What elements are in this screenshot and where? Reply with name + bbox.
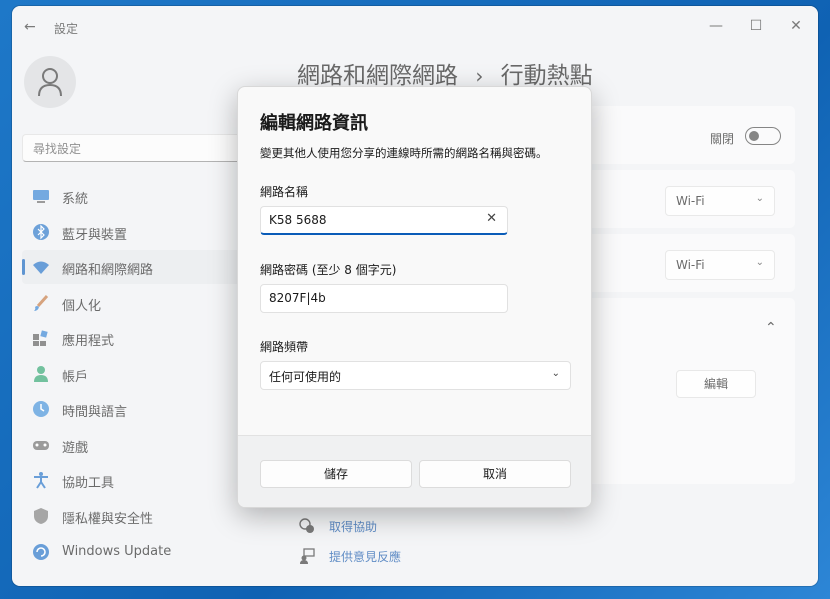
- save-button[interactable]: 儲存: [260, 460, 412, 488]
- network-name-input[interactable]: K58 5688 ✕: [260, 206, 508, 235]
- dialog-footer: 儲存 取消: [238, 435, 591, 507]
- edit-network-dialog: 編輯網路資訊 變更其他人使用您分享的連線時所需的網路名稱與密碼。 網路名稱 K5…: [237, 86, 592, 508]
- password-value: 8207F|4b: [269, 291, 326, 305]
- dialog-title: 編輯網路資訊: [260, 113, 368, 134]
- band-label: 網路頻帶: [260, 340, 309, 354]
- band-value: 任何可使用的: [269, 370, 342, 384]
- network-name-value: K58 5688: [269, 213, 327, 227]
- password-input[interactable]: 8207F|4b: [260, 284, 508, 313]
- dialog-description: 變更其他人使用您分享的連線時所需的網路名稱與密碼。: [260, 146, 548, 160]
- clear-icon[interactable]: ✕: [486, 211, 497, 226]
- cancel-button[interactable]: 取消: [419, 460, 571, 488]
- chevron-down-icon: ⌄: [551, 368, 560, 379]
- band-select[interactable]: 任何可使用的 ⌄: [260, 361, 571, 390]
- network-name-label: 網路名稱: [260, 185, 309, 199]
- password-label: 網路密碼 (至少 8 個字元): [260, 263, 397, 277]
